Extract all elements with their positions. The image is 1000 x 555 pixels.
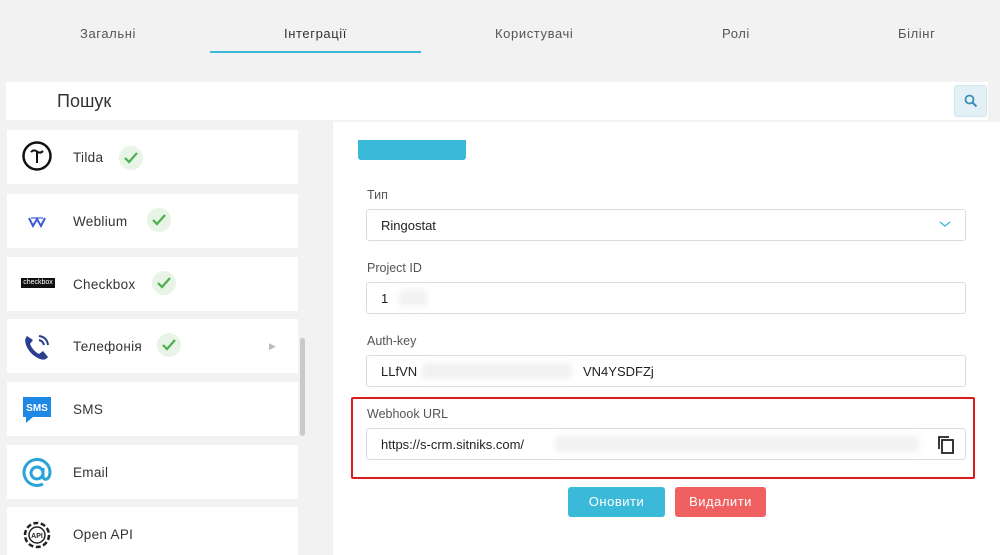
tab-integrations[interactable]: Інтеграції [284, 26, 347, 41]
add-button-partial[interactable] [358, 140, 466, 160]
tab-general[interactable]: Загальні [80, 26, 136, 41]
sidebar-item-label: Open API [73, 527, 134, 542]
integrations-sidebar: Tilda Weblium checkbox Checkbox Телефоні… [0, 120, 310, 555]
project-id-label: Project ID [367, 261, 422, 275]
search-input[interactable]: Пошук [57, 91, 111, 112]
auth-key-field[interactable]: LLfVN VN4YSDFZj [366, 355, 966, 387]
webhook-url-label: Webhook URL [367, 407, 449, 421]
copy-icon[interactable] [937, 435, 955, 455]
webhook-url-value: https://s-crm.sitniks.com/ [381, 437, 525, 452]
sms-icon: SMS [21, 394, 53, 426]
redacted-text [555, 436, 919, 452]
phone-icon [21, 331, 53, 363]
project-id-value: 1 [381, 291, 389, 306]
tab-users[interactable]: Користувачі [495, 26, 573, 41]
enabled-check-icon [157, 333, 181, 357]
tab-billing[interactable]: Білінг [898, 26, 935, 41]
enabled-check-icon [152, 271, 176, 295]
sidebar-item-checkbox[interactable]: checkbox Checkbox [7, 257, 298, 311]
type-label: Тип [367, 188, 388, 202]
sidebar-item-sms[interactable]: SMS SMS [7, 382, 298, 436]
sms-icon-text: SMS [26, 403, 48, 414]
settings-tabs: Загальні Інтеграції Користувачі Ролі Біл… [0, 0, 1000, 60]
sidebar-item-label: Tilda [73, 150, 104, 165]
integration-settings-panel [333, 122, 1000, 555]
sidebar-item-label: Weblium [73, 214, 128, 229]
at-sign-icon [21, 457, 53, 489]
sidebar-item-open-api[interactable]: API Open API [7, 507, 298, 555]
sidebar-item-label: Email [73, 465, 109, 480]
type-select-value: Ringostat [381, 218, 436, 233]
api-icon-text: API [31, 533, 43, 540]
enabled-check-icon [119, 146, 143, 170]
search-icon [964, 94, 978, 108]
weblium-logo [21, 206, 53, 238]
project-id-field[interactable]: 1 [366, 282, 966, 314]
sidebar-item-label: Телефонія [73, 339, 143, 354]
enabled-check-icon [147, 208, 171, 232]
auth-key-label: Auth-key [367, 334, 417, 348]
sidebar-item-tilda[interactable]: Tilda [7, 130, 298, 184]
sidebar-scrollbar[interactable] [300, 338, 305, 436]
tilda-logo [21, 140, 53, 172]
update-button[interactable]: Оновити [568, 487, 665, 517]
auth-key-value-end: VN4YSDFZj [583, 364, 654, 379]
sidebar-item-email[interactable]: Email [7, 445, 298, 499]
chevron-down-icon [939, 221, 951, 227]
sidebar-item-label: Checkbox [73, 277, 136, 292]
delete-button[interactable]: Видалити [675, 487, 766, 517]
search-button[interactable] [954, 85, 987, 117]
tab-roles[interactable]: Ролі [722, 26, 750, 41]
chevron-right-icon: ▶ [269, 341, 276, 351]
redacted-text [399, 290, 427, 306]
webhook-url-field[interactable]: https://s-crm.sitniks.com/ [366, 428, 966, 460]
sidebar-item-weblium[interactable]: Weblium [7, 194, 298, 248]
checkbox-logo: checkbox [21, 278, 55, 288]
api-gear-icon: API [21, 519, 53, 551]
search-bar: Пошук [6, 82, 988, 120]
auth-key-value-start: LLfVN [381, 364, 418, 379]
active-tab-indicator [210, 51, 421, 53]
type-select[interactable]: Ringostat [366, 209, 966, 241]
sidebar-item-telephony[interactable]: Телефонія ▶ [7, 319, 298, 373]
sidebar-item-label: SMS [73, 402, 104, 417]
redacted-text [422, 363, 572, 379]
